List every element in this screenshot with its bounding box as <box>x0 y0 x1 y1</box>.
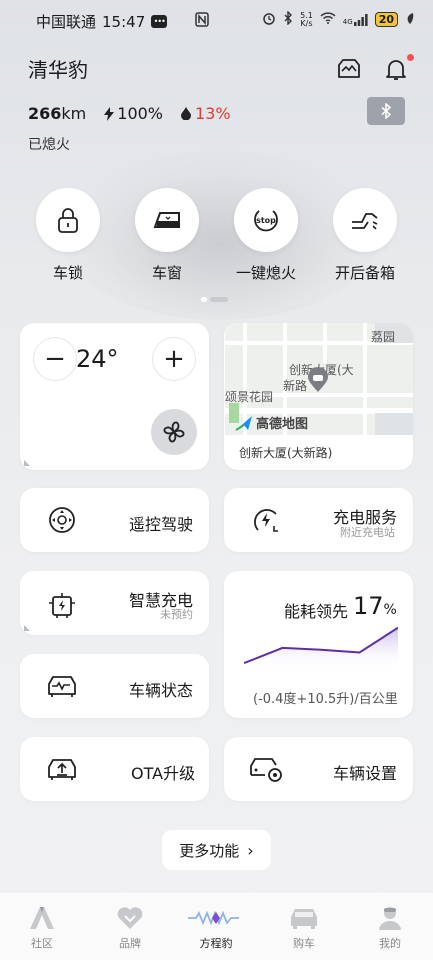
drop-icon <box>181 107 192 120</box>
chevron-right-icon: › <box>247 840 254 860</box>
quick-action-window[interactable]: 车窗 <box>132 188 202 283</box>
more-functions-button[interactable]: 更多功能 › <box>162 830 271 870</box>
quick-action-engine-stop[interactable]: stop 一键熄火 <box>231 188 301 283</box>
range: 266km <box>28 104 87 123</box>
svg-text:stop: stop <box>256 216 276 225</box>
smart-charging-sub: 未预约 <box>160 608 193 621</box>
bluetooth-key-button[interactable] <box>367 97 405 125</box>
quick-action-lock[interactable]: 车锁 <box>33 188 103 283</box>
nfc-icon <box>195 12 209 31</box>
charging-plug-icon <box>250 504 282 536</box>
ota-upgrade-label: OTA升级 <box>131 764 196 783</box>
amap-logo: 高德地图 <box>235 413 308 432</box>
cellular-signal-icon: 4G <box>343 13 368 26</box>
lightning-icon <box>104 106 115 121</box>
page-title: 清华豹 <box>28 58 88 82</box>
wifi-icon <box>320 12 336 27</box>
energy-value: 17% <box>353 592 397 620</box>
remote-drive-icon <box>46 504 78 536</box>
bluetooth-status-icon <box>283 10 293 28</box>
energy-title: 能耗领先 <box>284 602 349 621</box>
vehicle-stats: 266km 100% 13% <box>28 104 231 123</box>
bluetooth-icon <box>381 103 392 119</box>
carrier: 中国联通 <box>36 13 97 31</box>
page-indicator <box>201 297 228 302</box>
notification-bell-icon[interactable] <box>383 56 409 82</box>
charging-service-sub: 附近充电站 <box>340 526 395 539</box>
ota-upgrade-icon <box>46 753 78 785</box>
engine-status: 已熄火 <box>28 137 70 153</box>
alarm-icon <box>262 11 276 28</box>
notification-dot <box>407 54 414 61</box>
fuel-level: 13% <box>181 104 231 123</box>
battery-level: 100% <box>104 104 163 123</box>
nav-purchase[interactable]: 购车 <box>274 905 334 951</box>
bottom-navigation: 社区 品牌 方程豹 购车 我的 <box>0 893 433 960</box>
profile-icon <box>375 905 405 931</box>
quick-action-trunk[interactable]: 开后备箱 <box>330 188 400 283</box>
leaf-icon <box>405 12 415 28</box>
lock-icon <box>36 188 100 252</box>
remote-drive-label: 遥控驾驶 <box>129 515 194 534</box>
fangchengbao-icon <box>187 905 245 931</box>
nav-fangchengbao[interactable]: 方程豹 <box>186 905 246 951</box>
window-icon <box>135 188 199 252</box>
fan-button[interactable] <box>151 409 197 455</box>
clock: 15:47 <box>102 12 146 31</box>
app-notification-icon: ••• <box>151 15 168 28</box>
stop-icon: stop <box>234 188 298 252</box>
vehicle-switch-icon[interactable] <box>336 56 362 82</box>
trunk-icon <box>333 188 397 252</box>
map-view[interactable]: 荔园 创新大厦(大 新路 颂景花园 高德地图 <box>225 323 413 435</box>
nav-brand[interactable]: 品牌 <box>100 905 160 951</box>
map-pin-icon <box>307 367 329 397</box>
nav-community[interactable]: 社区 <box>12 905 72 951</box>
brand-icon <box>115 905 145 931</box>
community-icon <box>27 905 57 931</box>
fan-icon <box>163 421 185 443</box>
vehicle-settings-label: 车辆设置 <box>333 764 398 783</box>
nav-profile[interactable]: 我的 <box>360 905 420 951</box>
temperature-value: 24° <box>76 345 119 373</box>
net-speed: 5.1 K/s <box>300 10 313 28</box>
vehicle-status-label: 车辆状态 <box>129 681 194 700</box>
vehicle-status-icon <box>46 670 78 702</box>
vehicle-settings-icon <box>248 753 284 785</box>
temp-increase-button[interactable]: + <box>152 337 196 381</box>
status-bar: 中国联通 15:47 ••• 5.1 K/s 4G 20 <box>0 0 433 40</box>
temp-decrease-button[interactable]: − <box>33 337 77 381</box>
energy-note: (-0.4度+10.5升)/百公里 <box>253 692 398 707</box>
battery-indicator: 20 <box>374 12 398 27</box>
location-name: 创新大厦(大新路) <box>239 446 333 460</box>
smart-charging-icon <box>46 589 78 621</box>
car-purchase-icon <box>289 905 319 931</box>
energy-trend-chart <box>244 626 398 670</box>
